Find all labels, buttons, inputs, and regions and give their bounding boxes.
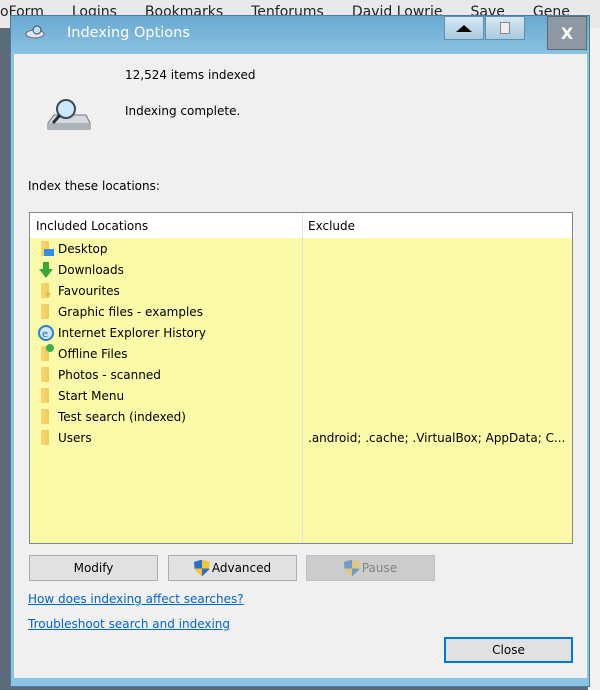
locations-list[interactable]: Included Locations Exclude Desktop Downlo…: [29, 212, 573, 544]
advanced-button[interactable]: Advanced: [168, 555, 297, 581]
advanced-label: Advanced: [211, 561, 272, 575]
location-name: Favourites: [58, 283, 120, 298]
header-included-locations[interactable]: Included Locations: [30, 213, 302, 238]
pin-button[interactable]: [485, 16, 525, 40]
location-name: Test search (indexed): [58, 409, 186, 424]
location-row[interactable]: Graphic files - examples: [30, 301, 572, 322]
indexing-app-icon: [25, 25, 45, 39]
location-name: Downloads: [58, 262, 124, 277]
favourites-folder-icon: ★: [38, 282, 54, 300]
svg-text:e: e: [42, 329, 48, 340]
folder-icon: [38, 366, 54, 383]
folder-icon: [38, 387, 54, 404]
location-name: Desktop: [58, 241, 108, 256]
pause-label: Pause: [361, 561, 398, 575]
uac-shield-icon: [193, 559, 210, 577]
list-header: Included Locations Exclude: [30, 213, 572, 238]
location-row[interactable]: Offline Files: [30, 343, 572, 364]
uac-shield-icon: [343, 559, 360, 577]
location-name: Graphic files - examples: [58, 304, 203, 319]
location-name: Photos - scanned: [58, 367, 161, 382]
pin-icon: [500, 22, 510, 34]
modify-button[interactable]: Modify: [29, 555, 158, 581]
location-row[interactable]: Test search (indexed): [30, 406, 572, 427]
location-row[interactable]: e Internet Explorer History: [30, 322, 572, 343]
location-row[interactable]: Users .android; .cache; .VirtualBox; AppD…: [30, 427, 572, 448]
caret-up-icon: [456, 24, 472, 32]
location-row[interactable]: Downloads: [30, 259, 572, 280]
modify-label: Modify: [73, 561, 114, 575]
folder-icon: [38, 429, 54, 446]
dialog-body: 12,524 items indexed Indexing complete. …: [14, 54, 587, 678]
indexing-status: Indexing complete.: [125, 104, 241, 118]
title-close-button[interactable]: X: [547, 16, 587, 50]
folder-icon: [38, 303, 54, 320]
offline-files-icon: [38, 343, 54, 362]
help-link[interactable]: How does indexing affect searches?: [28, 592, 244, 606]
location-row[interactable]: ★ Favourites: [30, 280, 572, 301]
downloads-icon: [38, 261, 54, 278]
close-label: Close: [492, 643, 525, 657]
folder-icon: [38, 408, 54, 425]
close-button[interactable]: Close: [444, 637, 573, 663]
minimize-button[interactable]: [444, 16, 484, 40]
location-name: Start Menu: [58, 388, 125, 403]
window-title: Indexing Options: [67, 25, 190, 41]
ie-history-icon: e: [38, 324, 54, 341]
items-indexed-count: 12,524 items indexed: [125, 68, 256, 82]
troubleshoot-link[interactable]: Troubleshoot search and indexing: [28, 617, 230, 631]
location-name: Internet Explorer History: [58, 325, 206, 340]
header-exclude[interactable]: Exclude: [302, 213, 355, 238]
indexing-drive-icon: [44, 97, 92, 137]
indexing-options-window: Indexing Options X 12,524 items indexed …: [10, 15, 590, 687]
pause-button[interactable]: Pause: [306, 555, 435, 581]
desktop-folder-icon: [38, 240, 54, 257]
location-row[interactable]: Start Menu: [30, 385, 572, 406]
location-row[interactable]: Desktop: [30, 238, 572, 259]
location-name: Offline Files: [58, 346, 128, 361]
locations-label: Index these locations:: [28, 179, 160, 193]
location-exclude: .android; .cache; .VirtualBox; AppData; …: [308, 430, 566, 445]
location-row[interactable]: Photos - scanned: [30, 364, 572, 385]
location-name: Users: [58, 430, 92, 445]
